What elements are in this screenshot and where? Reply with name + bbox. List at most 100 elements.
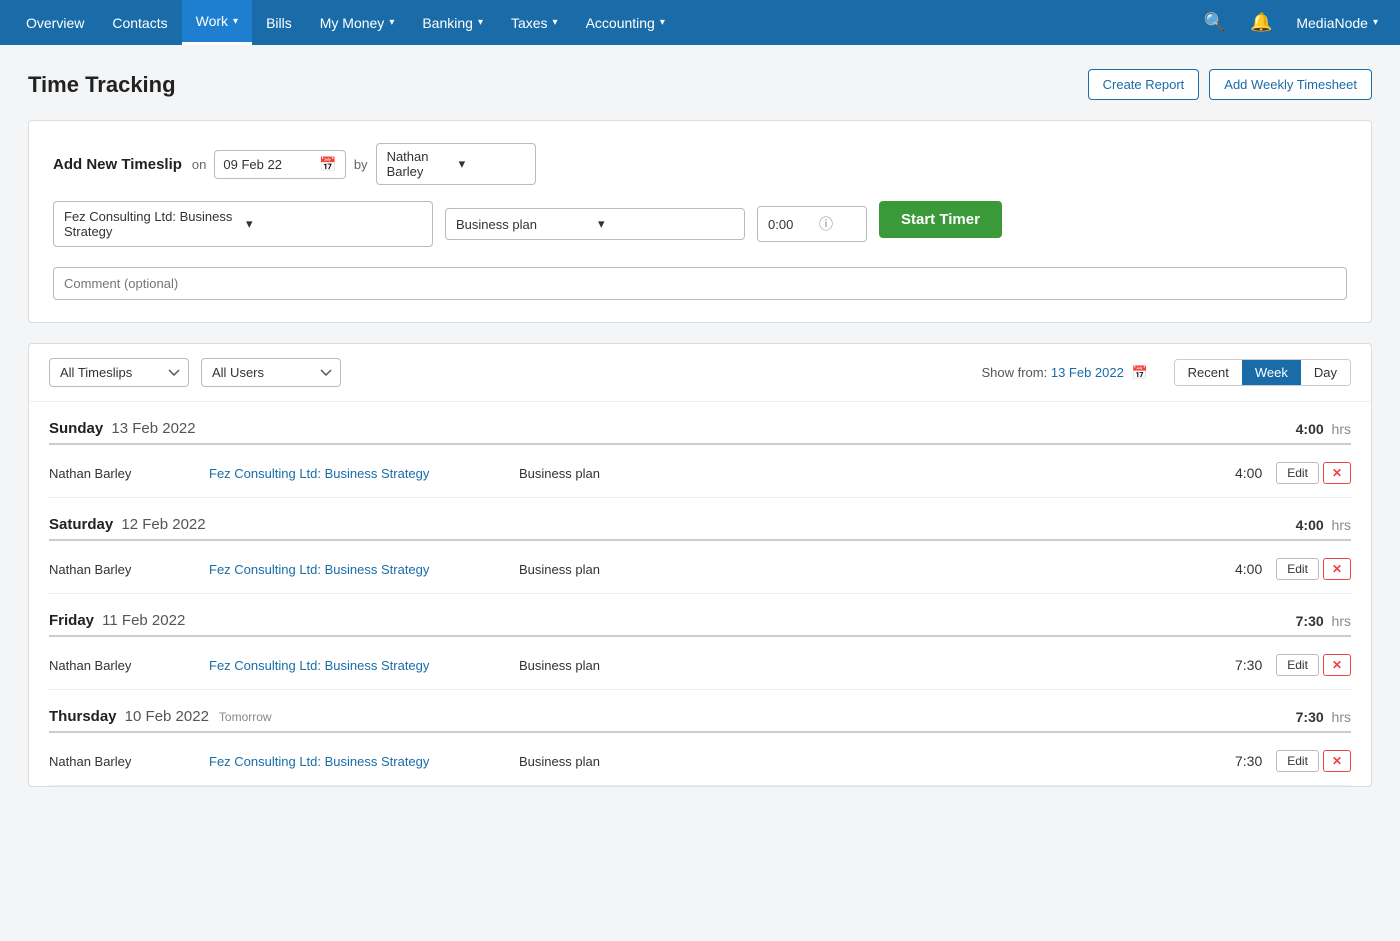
delete-button[interactable]: ✕ [1323, 750, 1351, 772]
show-from-calendar-icon[interactable]: 📅 [1131, 365, 1147, 380]
timeslips-filter-select[interactable]: All Timeslips My Timeslips [49, 358, 189, 387]
timeslip-project[interactable]: Fez Consulting Ltd: Business Strategy [209, 466, 519, 481]
day-name: Thursday [49, 708, 117, 725]
my-money-chevron-icon: ▾ [389, 17, 394, 28]
day-name: Friday [49, 612, 94, 629]
company-selector[interactable]: MediaNode ▾ [1286, 0, 1388, 45]
nav-item-taxes[interactable]: Taxes ▾ [497, 0, 572, 45]
view-day-button[interactable]: Day [1301, 360, 1350, 385]
delete-button[interactable]: ✕ [1323, 462, 1351, 484]
time-input-wrap[interactable]: ⓘ [757, 206, 867, 242]
hrs-label: hrs [1328, 709, 1351, 725]
by-label: by [354, 157, 368, 172]
nav-item-work[interactable]: Work ▾ [182, 0, 252, 45]
create-report-button[interactable]: Create Report [1088, 69, 1200, 100]
day-header: Saturday 12 Feb 2022 4:00 hrs [49, 516, 1351, 541]
day-total-hours: 7:30 [1296, 613, 1324, 629]
edit-button[interactable]: Edit [1276, 462, 1319, 484]
date-input-wrap[interactable]: 📅 [214, 150, 345, 179]
comment-input[interactable] [53, 267, 1347, 300]
timeslip-list-card: All Timeslips My Timeslips All Users Nat… [28, 343, 1372, 787]
add-timeslip-section: Add New Timeslip on 📅 by Nathan Barley ▾ [29, 121, 1371, 322]
project-selector[interactable]: Fez Consulting Ltd: Business Strategy ▾ [53, 201, 433, 247]
nav-right: 🔍 🔔 MediaNode ▾ [1194, 0, 1388, 45]
help-icon[interactable]: ⓘ [819, 214, 833, 234]
day-date: 10 Feb 2022 [121, 708, 209, 725]
timeslip-time: 7:30 [1182, 753, 1262, 769]
timeslip-project[interactable]: Fez Consulting Ltd: Business Strategy [209, 658, 519, 673]
timeslip-actions: Edit ✕ [1276, 558, 1351, 580]
table-row: Nathan Barley Fez Consulting Ltd: Busine… [49, 545, 1351, 593]
timeslip-list: Sunday 13 Feb 20224:00 hrs Nathan Barley… [29, 402, 1371, 786]
timeslip-actions: Edit ✕ [1276, 462, 1351, 484]
project-selector-value: Fez Consulting Ltd: Business Strategy [64, 209, 240, 239]
day-total-hours: 7:30 [1296, 709, 1324, 725]
delete-button[interactable]: ✕ [1323, 654, 1351, 676]
search-button[interactable]: 🔍 [1194, 0, 1236, 45]
start-timer-button[interactable]: Start Timer [879, 201, 1002, 238]
nav-item-bills[interactable]: Bills [252, 0, 306, 45]
day-header: Friday 11 Feb 2022 7:30 hrs [49, 612, 1351, 637]
header-actions: Create Report Add Weekly Timesheet [1088, 69, 1372, 100]
day-total: 7:30 hrs [1296, 709, 1351, 725]
hrs-label: hrs [1328, 613, 1351, 629]
timeslip-project[interactable]: Fez Consulting Ltd: Business Strategy [209, 562, 519, 577]
view-recent-button[interactable]: Recent [1175, 360, 1242, 385]
day-name: Sunday [49, 420, 103, 437]
timeslip-task: Business plan [519, 754, 1182, 769]
day-header: Sunday 13 Feb 20224:00 hrs [49, 420, 1351, 445]
day-date: 11 Feb 2022 [98, 612, 185, 629]
day-total: 4:00 hrs [1296, 517, 1351, 533]
work-chevron-icon: ▾ [233, 16, 238, 27]
delete-button[interactable]: ✕ [1323, 558, 1351, 580]
user-selector[interactable]: Nathan Barley ▾ [376, 143, 536, 185]
day-section: Friday 11 Feb 2022 7:30 hrs Nathan Barley… [49, 594, 1351, 690]
timeslip-header-row: Add New Timeslip on 📅 by Nathan Barley ▾ [53, 143, 1347, 185]
timeslip-time: 4:00 [1182, 561, 1262, 577]
day-header: Thursday 10 Feb 2022 Tomorrow 7:30 hrs [49, 708, 1351, 733]
day-name: Saturday [49, 516, 113, 533]
table-row: Nathan Barley Fez Consulting Ltd: Busine… [49, 641, 1351, 689]
user-dropdown-arrow-icon: ▾ [459, 156, 525, 172]
timeslip-user: Nathan Barley [49, 658, 209, 673]
date-input[interactable] [223, 157, 313, 172]
view-btn-group: Recent Week Day [1174, 359, 1351, 386]
time-input[interactable] [768, 217, 813, 232]
on-label: on [192, 157, 206, 172]
notifications-button[interactable]: 🔔 [1240, 0, 1282, 45]
edit-button[interactable]: Edit [1276, 750, 1319, 772]
edit-button[interactable]: Edit [1276, 558, 1319, 580]
hrs-label: hrs [1328, 517, 1351, 533]
timeslip-project[interactable]: Fez Consulting Ltd: Business Strategy [209, 754, 519, 769]
timeslip-actions: Edit ✕ [1276, 750, 1351, 772]
page-content: Time Tracking Create Report Add Weekly T… [0, 45, 1400, 831]
day-date: 12 Feb 2022 [117, 516, 205, 533]
timeslip-task: Business plan [519, 658, 1182, 673]
timeslip-user: Nathan Barley [49, 562, 209, 577]
table-row: Nathan Barley Fez Consulting Ltd: Busine… [49, 737, 1351, 785]
hrs-label: hrs [1328, 421, 1351, 437]
task-selector-value: Business plan [456, 217, 592, 232]
user-selector-value: Nathan Barley [387, 149, 453, 179]
nav-item-overview[interactable]: Overview [12, 0, 98, 45]
banking-chevron-icon: ▾ [478, 17, 483, 28]
nav-item-my-money[interactable]: My Money ▾ [306, 0, 409, 45]
users-filter-select[interactable]: All Users Nathan Barley [201, 358, 341, 387]
task-dropdown-arrow-icon: ▾ [598, 216, 734, 232]
day-total-hours: 4:00 [1296, 517, 1324, 533]
nav-item-contacts[interactable]: Contacts [98, 0, 181, 45]
timeslip-user: Nathan Barley [49, 754, 209, 769]
taxes-chevron-icon: ▾ [553, 17, 558, 28]
edit-button[interactable]: Edit [1276, 654, 1319, 676]
day-tag: Tomorrow [219, 710, 272, 724]
add-weekly-timesheet-button[interactable]: Add Weekly Timesheet [1209, 69, 1372, 100]
day-section: Saturday 12 Feb 2022 4:00 hrs Nathan Barl… [49, 498, 1351, 594]
calendar-icon[interactable]: 📅 [319, 156, 336, 173]
show-from-date[interactable]: 13 Feb 2022 [1051, 365, 1124, 380]
task-selector[interactable]: Business plan ▾ [445, 208, 745, 240]
timeslip-time: 7:30 [1182, 657, 1262, 673]
nav-item-accounting[interactable]: Accounting ▾ [572, 0, 679, 45]
nav-bar: Overview Contacts Work ▾ Bills My Money … [0, 0, 1400, 45]
view-week-button[interactable]: Week [1242, 360, 1301, 385]
nav-item-banking[interactable]: Banking ▾ [408, 0, 497, 45]
